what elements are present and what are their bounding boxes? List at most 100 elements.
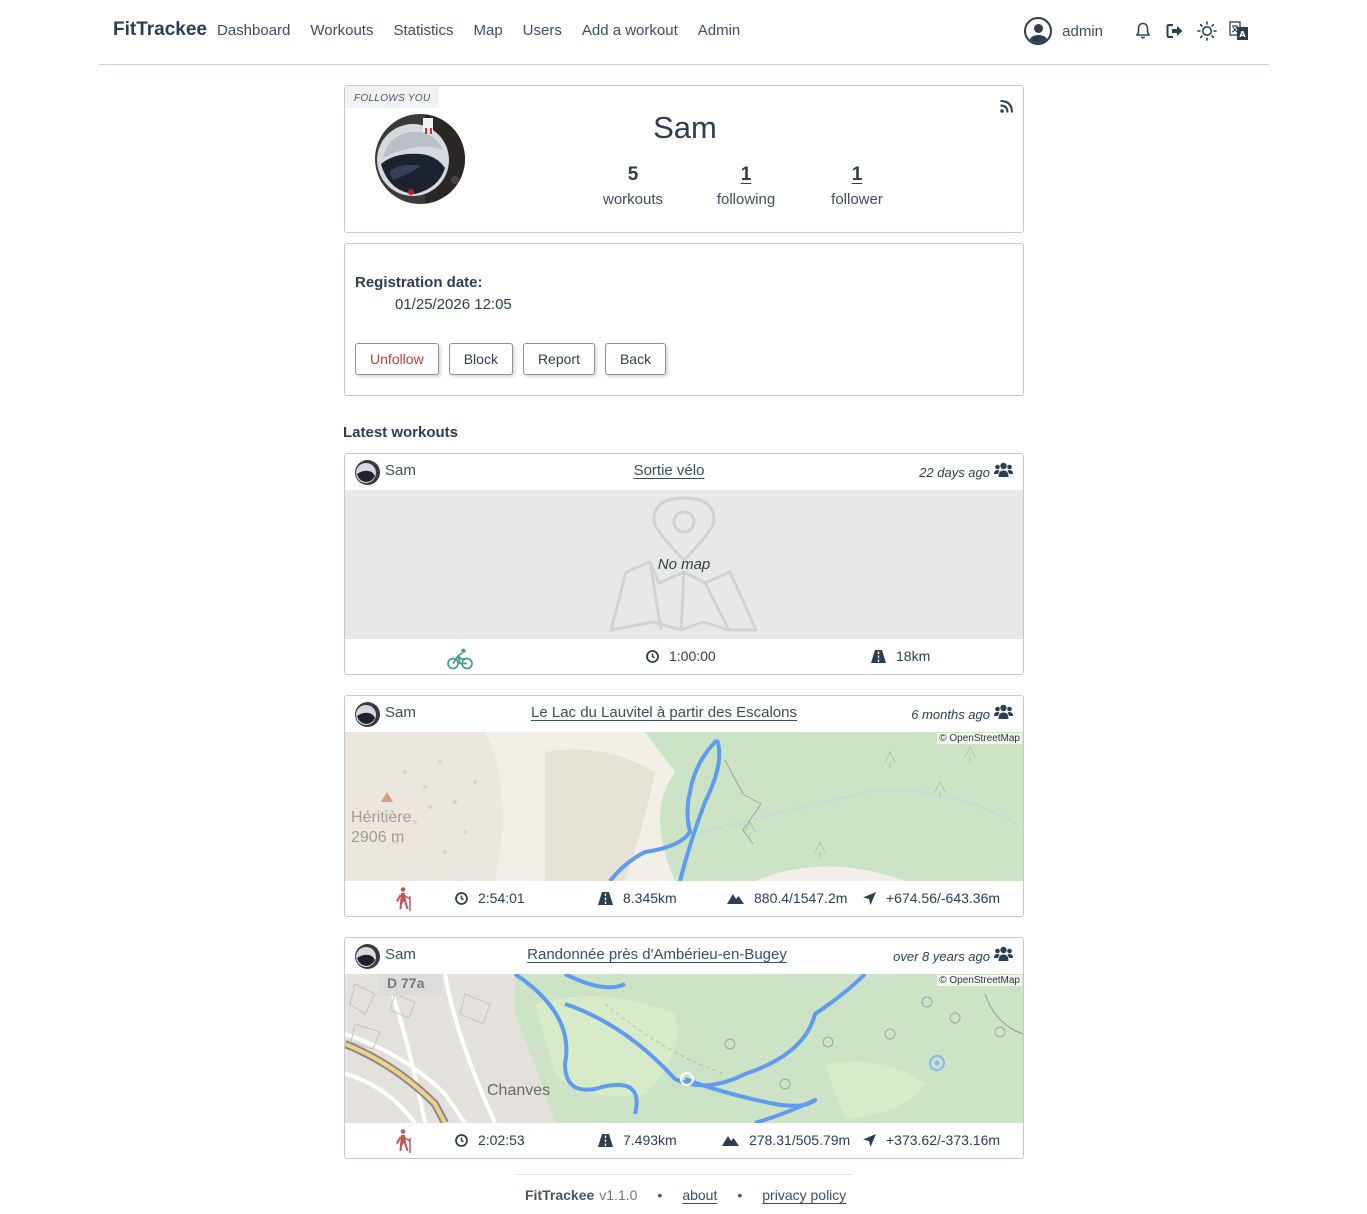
workout-distance: 18km: [871, 648, 930, 664]
workout-title-link[interactable]: Randonnée près d'Ambérieu-en-Bugey: [527, 946, 787, 963]
followers-visibility-icon: [994, 462, 1013, 482]
footer-content: FitTrackee v1.1.0 • about • privacy poli…: [525, 1187, 846, 1203]
profile-picture: [375, 114, 465, 204]
map-label-peak-height: 2906 m: [351, 829, 405, 846]
no-map-placeholder: No map: [345, 490, 1023, 639]
nav-links: Dashboard Workouts Statistics Map Users …: [217, 22, 740, 39]
map-town-label: Chanves: [487, 1082, 551, 1099]
footer-separator: •: [657, 1187, 663, 1203]
stat-workouts: 5 workouts: [603, 164, 663, 208]
workout-elevation: 278.31/505.79m: [722, 1132, 850, 1148]
workout-distance: 7.493km: [598, 1132, 677, 1148]
workout-card-footer: 1:00:00 18km: [345, 639, 1023, 675]
nav-map[interactable]: Map: [473, 22, 502, 39]
nav-users[interactable]: Users: [523, 22, 562, 39]
workout-user-avatar[interactable]: [355, 944, 380, 969]
distance-value: 18km: [896, 648, 931, 664]
osm-attribution[interactable]: © OpenStreetMap: [937, 975, 1022, 986]
nav-username[interactable]: admin: [1062, 23, 1103, 40]
ascent-descent-value: +373.62/-373.16m: [886, 1132, 1001, 1148]
workout-duration: 2:54:01: [455, 890, 525, 906]
navbar: FitTrackee Dashboard Workouts Statistics…: [99, 0, 1269, 65]
logout-icon[interactable]: [1165, 21, 1185, 41]
workout-user-name[interactable]: Sam: [385, 946, 416, 963]
nav-right: admin A: [1024, 14, 1249, 48]
profile-card: FOLLOWS YOU Sam 5 workouts 1 following 1…: [344, 85, 1024, 233]
workout-card-header: Sam Randonnée près d'Ambérieu-en-Bugey o…: [345, 938, 1023, 974]
hiking-icon: [395, 1129, 413, 1153]
workout-date: 6 months ago: [911, 707, 990, 722]
hiking-icon: [395, 887, 413, 911]
workout-duration: 2:02:53: [455, 1132, 525, 1148]
osm-attribution[interactable]: © OpenStreetMap: [937, 733, 1022, 744]
sun-theme-icon[interactable]: [1197, 21, 1217, 41]
elevation-value: 880.4/1547.2m: [754, 890, 848, 906]
workout-user-avatar[interactable]: [355, 460, 380, 485]
duration-value: 2:54:01: [478, 890, 525, 906]
location-arrow-icon: [863, 1133, 876, 1147]
unfollow-button[interactable]: Unfollow: [355, 343, 439, 375]
map-road-label: D 77a: [387, 975, 425, 991]
action-buttons: Unfollow Block Report Back: [355, 343, 667, 375]
bell-icon[interactable]: [1133, 21, 1153, 41]
registration-date-label: Registration date:: [355, 274, 483, 291]
footer-about-link[interactable]: about: [682, 1187, 717, 1203]
workout-card-footer: 2:02:53 7.493km 278.31/505.79m +373.62/-…: [345, 1123, 1023, 1159]
workout-user-name[interactable]: Sam: [385, 462, 416, 479]
clock-icon: [646, 649, 659, 663]
road-icon: [598, 1133, 613, 1147]
duration-value: 1:00:00: [669, 648, 716, 664]
rss-feed-icon[interactable]: [1000, 100, 1013, 117]
workout-distance: 8.345km: [598, 890, 677, 906]
workout-ascent-descent: +373.62/-373.16m: [863, 1132, 1000, 1148]
brand-logo[interactable]: FitTrackee: [113, 19, 207, 41]
clock-icon: [455, 891, 468, 905]
workout-card: Sam Sortie vélo 22 days ago No map 1:00:…: [344, 453, 1024, 675]
workout-title-link[interactable]: Le Lac du Lauvitel à partir des Escalons: [531, 704, 797, 721]
stat-following-label[interactable]: following: [717, 191, 775, 208]
map-label-peak: Héritière 2906 m: [351, 808, 411, 848]
clock-icon: [455, 1133, 468, 1147]
nav-add-workout[interactable]: Add a workout: [582, 22, 678, 39]
user-avatar-icon[interactable]: [1024, 17, 1053, 45]
workout-card-header: Sam Le Lac du Lauvitel à partir des Esca…: [345, 696, 1023, 732]
footer-version: v1.1.0: [599, 1187, 638, 1203]
stat-follower-label[interactable]: follower: [831, 191, 883, 208]
language-icon[interactable]: A: [1229, 21, 1249, 41]
block-button[interactable]: Block: [448, 343, 513, 375]
back-button[interactable]: Back: [604, 343, 667, 375]
followers-visibility-icon: [994, 946, 1013, 966]
nav-statistics[interactable]: Statistics: [393, 22, 453, 39]
footer-brand: FitTrackee: [525, 1187, 595, 1203]
nav-workouts[interactable]: Workouts: [310, 22, 373, 39]
workout-map[interactable]: Héritière 2906 m © OpenStreetMap: [345, 732, 1023, 881]
followers-visibility-icon: [994, 704, 1013, 724]
workout-date: 22 days ago: [919, 465, 990, 480]
svg-text:A: A: [1239, 30, 1246, 39]
workout-card-header: Sam Sortie vélo 22 days ago: [345, 454, 1023, 490]
stat-follower[interactable]: 1 follower: [831, 164, 883, 208]
workout-elevation: 880.4/1547.2m: [727, 890, 847, 906]
stat-follower-count[interactable]: 1: [831, 164, 883, 186]
cycling-icon: [447, 648, 473, 670]
mountain-icon: [722, 1136, 739, 1146]
workout-date: over 8 years ago: [893, 949, 990, 964]
follows-you-badge: FOLLOWS YOU: [345, 86, 440, 108]
stat-following[interactable]: 1 following: [717, 164, 775, 208]
map-label-peak-name: Héritière: [351, 809, 412, 826]
no-map-label: No map: [657, 556, 711, 573]
workout-user-name[interactable]: Sam: [385, 704, 416, 721]
nav-dashboard[interactable]: Dashboard: [217, 22, 290, 39]
workout-ascent-descent: +674.56/-643.36m: [863, 890, 1000, 906]
workout-card-footer: 2:54:01 8.345km 880.4/1547.2m +674.56/-6…: [345, 881, 1023, 917]
workout-user-avatar[interactable]: [355, 702, 380, 727]
report-button[interactable]: Report: [522, 343, 595, 375]
workout-title-link[interactable]: Sortie vélo: [634, 462, 705, 479]
ascent-descent-value: +674.56/-643.36m: [886, 890, 1001, 906]
nav-admin[interactable]: Admin: [698, 22, 741, 39]
road-icon: [598, 891, 613, 905]
workout-map[interactable]: D 77a Chanves © OpenStreetMap: [345, 974, 1023, 1123]
stat-following-count[interactable]: 1: [717, 164, 775, 186]
footer-privacy-link[interactable]: privacy policy: [762, 1187, 846, 1203]
location-arrow-icon: [863, 891, 876, 905]
